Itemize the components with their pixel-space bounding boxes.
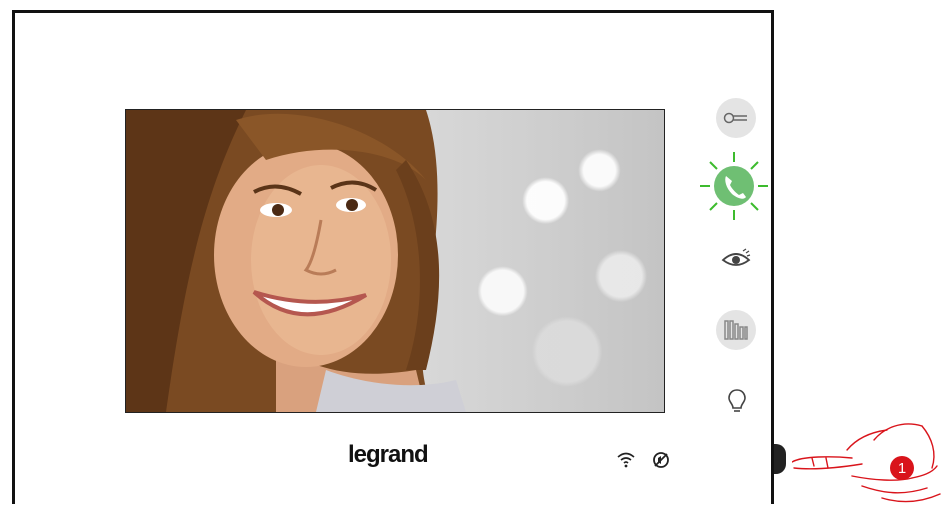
light-button[interactable] [718, 382, 756, 420]
gate-button[interactable] [716, 310, 756, 350]
answer-call-button[interactable] [698, 150, 770, 222]
camera-view-button[interactable] [716, 238, 756, 278]
side-knob[interactable] [774, 444, 786, 474]
mute-status [652, 451, 670, 474]
hand-pointer-icon [792, 423, 941, 503]
wifi-icon [617, 452, 635, 468]
bulb-icon [728, 389, 746, 412]
video-feed [125, 109, 665, 413]
phone-icon [700, 152, 768, 220]
door-lock-button[interactable] [716, 98, 756, 138]
mute-icon [653, 452, 669, 468]
wifi-status [616, 451, 636, 474]
visitor-image [126, 110, 466, 412]
step-badge: 1 [890, 456, 914, 480]
key-icon [723, 112, 747, 124]
legrand-logo: legrand [348, 441, 429, 468]
eye-icon [721, 248, 751, 266]
gate-icon [724, 320, 748, 340]
